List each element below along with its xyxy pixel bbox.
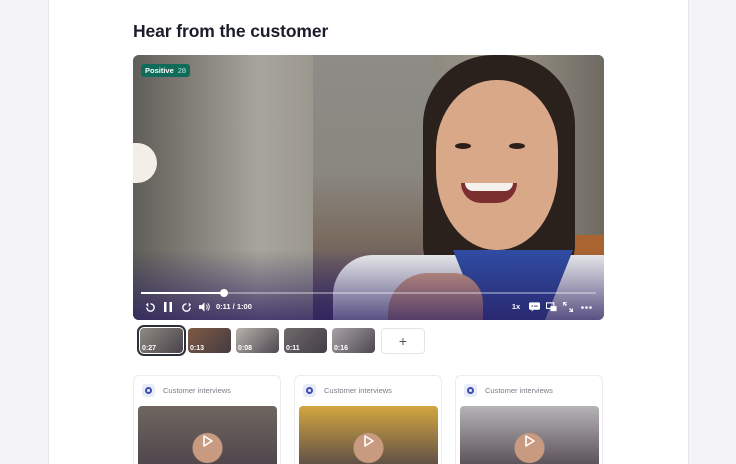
video-card[interactable]: Customer interviews	[133, 375, 281, 464]
speed-button[interactable]: 1x	[509, 299, 523, 315]
source-name: Customer interviews	[485, 386, 553, 395]
play-icon[interactable]	[200, 433, 216, 449]
clip-duration: 0:16	[334, 345, 349, 352]
video-thumbnail[interactable]	[299, 406, 438, 464]
clip-thumbnail[interactable]: 0:08	[236, 328, 279, 353]
rewind-icon[interactable]	[143, 299, 157, 315]
person-eye-right	[509, 143, 525, 149]
clip-thumbnail[interactable]: 0:27	[137, 325, 186, 356]
video-player[interactable]: Positive 28 0:11 / 1:00 1x	[133, 55, 604, 320]
pause-icon[interactable]	[162, 299, 174, 315]
person-teeth	[465, 183, 513, 191]
source-logo-icon	[464, 384, 477, 397]
video-card[interactable]: Customer interviews	[294, 375, 442, 464]
video-thumbnail[interactable]	[138, 406, 277, 464]
person-eye-left	[455, 143, 471, 149]
clip-thumbnails: 0:27 0:13 0:08 0:11 0:16	[137, 325, 375, 356]
pip-icon[interactable]	[544, 299, 558, 315]
clip-duration: 0:11	[286, 345, 300, 352]
source-name: Customer interviews	[324, 386, 392, 395]
fullscreen-icon[interactable]	[561, 299, 575, 315]
play-icon[interactable]	[522, 433, 538, 449]
source-logo-icon	[142, 384, 155, 397]
sentiment-badge: Positive 28	[141, 64, 191, 77]
person-face	[436, 80, 558, 250]
more-icon[interactable]	[579, 299, 593, 315]
clip-duration: 0:13	[190, 345, 205, 352]
video-cards: Customer interviews Customer interviews Cu…	[133, 375, 603, 464]
source-logo-icon	[303, 384, 316, 397]
clip-thumbnail[interactable]: 0:11	[284, 328, 327, 353]
time-display: 0:11 / 1:00	[216, 302, 252, 311]
progress-bar[interactable]	[141, 289, 596, 297]
sentiment-label: Positive	[145, 66, 174, 75]
video-thumbnail[interactable]	[460, 406, 599, 464]
player-controls: 0:11 / 1:00 1x	[133, 299, 604, 315]
clip-duration: 0:27	[142, 345, 157, 352]
clip-thumbnail[interactable]: 0:13	[188, 328, 231, 353]
play-icon[interactable]	[361, 433, 377, 449]
clip-duration: 0:08	[238, 345, 253, 352]
forward-icon[interactable]	[179, 299, 193, 315]
progress-fill	[141, 292, 225, 294]
captions-icon[interactable]	[527, 299, 541, 315]
video-card[interactable]: Customer interviews	[455, 375, 603, 464]
sentiment-count: 28	[177, 66, 187, 75]
source-name: Customer interviews	[163, 386, 231, 395]
add-clip-button[interactable]: +	[381, 328, 425, 354]
clip-thumbnail[interactable]: 0:16	[332, 328, 375, 353]
volume-icon[interactable]	[197, 299, 211, 315]
section-title: Hear from the customer	[133, 21, 329, 41]
